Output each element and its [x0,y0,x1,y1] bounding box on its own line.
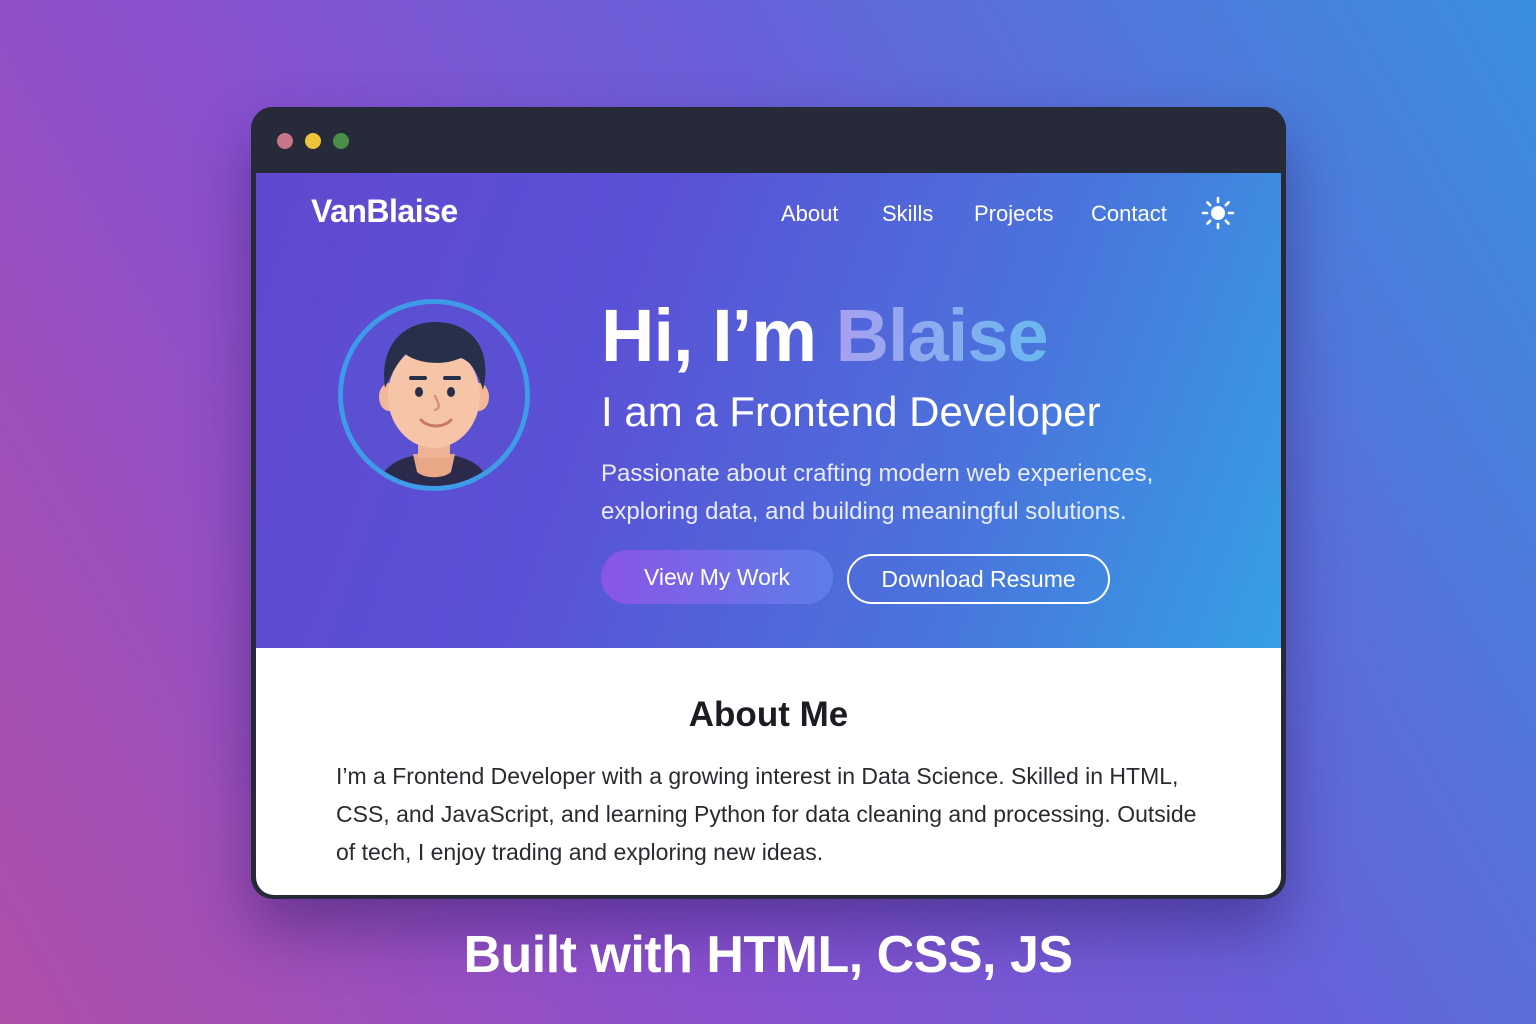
about-heading: About Me [688,695,849,734]
hero-greeting: Hi, I’m [601,294,836,377]
hero-heading: Hi, I’m Blaise [601,293,1049,378]
nav-link-skills[interactable]: Skills [882,201,933,227]
browser-window: VanBlaise About Skills Projects Contact [251,107,1286,899]
hero-section: VanBlaise About Skills Projects Contact [256,173,1281,648]
view-my-work-button[interactable]: View My Work [601,550,833,604]
main-nav: About Skills Projects Contact [256,201,1281,231]
close-window-button[interactable] [277,133,293,149]
window-titlebar [251,107,1286,173]
about-text: I’m a Frontend Developer with a growing … [336,763,1197,865]
page-viewport: VanBlaise About Skills Projects Contact [256,173,1281,895]
nav-link-about[interactable]: About [781,201,839,227]
hero-tagline: Passionate about crafting modern web exp… [601,460,1154,525]
minimize-window-button[interactable] [305,133,321,149]
hero-name: Blaise [835,294,1049,377]
sun-icon[interactable] [1201,196,1235,230]
maximize-window-button[interactable] [333,133,349,149]
hero-role: I am a Frontend Developer [601,388,1101,435]
avatar-illustration-icon [343,304,525,486]
avatar [338,299,530,491]
caption-text: Built with HTML, CSS, JS [463,926,1073,984]
nav-link-projects[interactable]: Projects [974,201,1053,227]
nav-link-contact[interactable]: Contact [1091,201,1167,227]
download-resume-button[interactable]: Download Resume [847,554,1110,604]
